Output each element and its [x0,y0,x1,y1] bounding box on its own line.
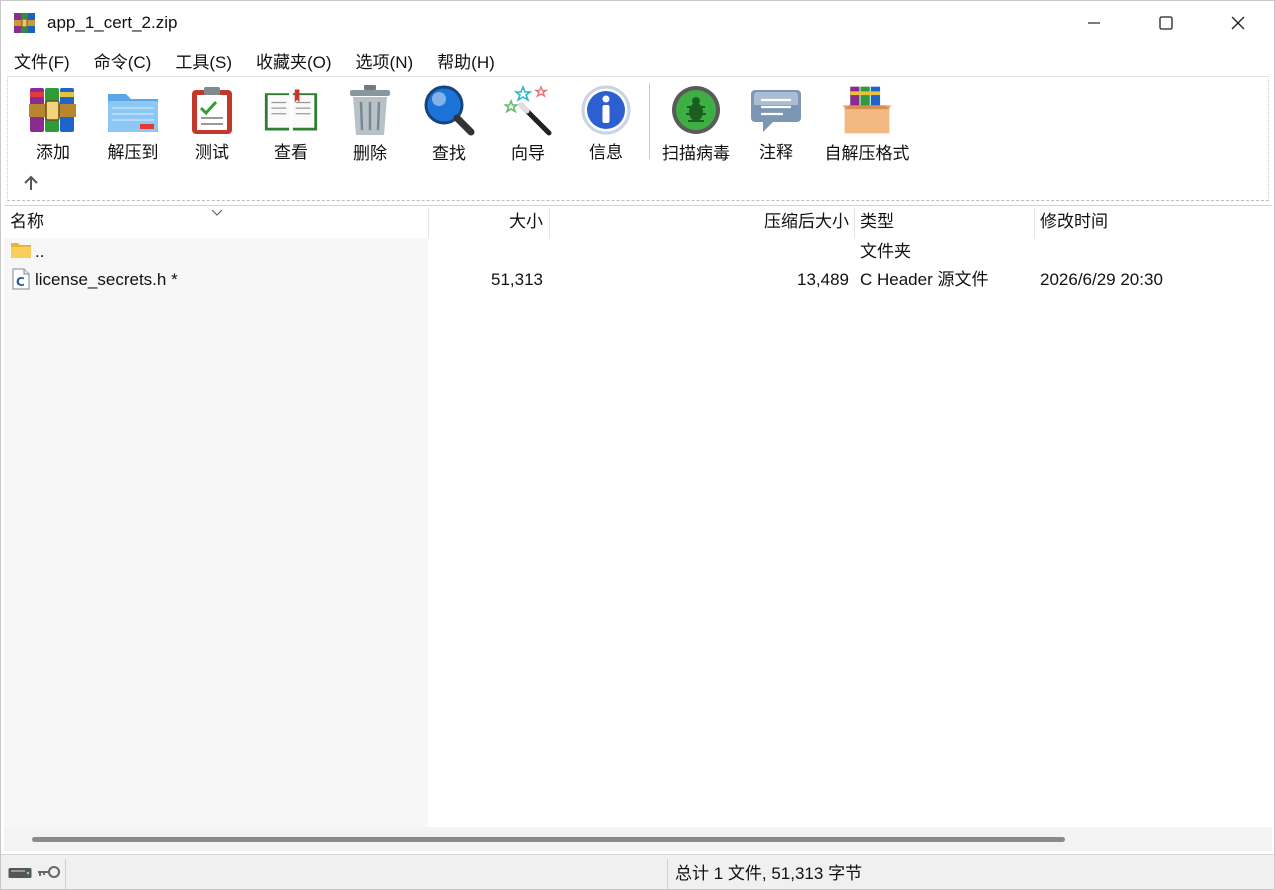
column-divider[interactable] [854,208,855,238]
delete-label: 删除 [353,144,387,163]
menu-bar: 文件(F) 命令(C) 工具(S) 收藏夹(O) 选项(N) 帮助(H) [1,45,1274,75]
wizard-label: 向导 [511,144,545,163]
file-type: C Header 源文件 [860,270,989,289]
winrar-books-icon [13,11,37,35]
title-bar[interactable]: app_1_cert_2.zip [1,1,1274,45]
file-size: 51,313 [491,270,543,289]
file-name: license_secrets.h * [35,270,178,289]
delete-button[interactable]: 删除 [342,83,398,163]
wizard-wand-icon [500,83,556,137]
status-icons [5,861,63,887]
svg-text:C: C [16,275,25,289]
column-headers: 名称 大小 压缩后大小 类型 修改时间 [4,206,1272,238]
wizard-button[interactable]: 向导 [500,83,556,163]
maximize-icon [1159,16,1173,30]
close-button[interactable] [1202,1,1274,45]
name-column-background [4,238,428,828]
comment-icon [748,83,804,136]
info-button[interactable]: 信息 [578,83,634,163]
file-modified: 2026/6/29 20:30 [1040,270,1163,289]
comment-button[interactable]: 注释 [748,83,804,163]
header-type[interactable]: 类型 [860,206,894,238]
virus-scan-button[interactable]: 扫描病毒 [658,83,734,163]
toolbar-separator [649,83,650,159]
menu-favorites[interactable]: 收藏夹(O) [243,48,343,73]
test-clipboard-icon [184,83,240,136]
list-item-parent-folder[interactable]: .. 文件夹 [4,238,1272,266]
comment-label: 注释 [759,143,793,162]
status-summary: 总计 1 文件, 51,313 字节 [675,864,863,883]
view-button[interactable]: 查看 [258,83,324,163]
info-label: 信息 [589,143,623,162]
scrollbar-thumb[interactable] [32,837,1065,842]
trash-icon [342,83,398,137]
add-label: 添加 [36,143,70,162]
extract-to-button[interactable]: 解压到 [100,83,166,163]
status-divider [667,859,668,889]
minimize-button[interactable] [1058,1,1130,45]
menu-commands[interactable]: 命令(C) [81,48,163,73]
column-divider[interactable] [1034,208,1035,238]
winrar-window: app_1_cert_2.zip 文件(F) 命令(C) 工具(S) 收藏夹(O… [0,0,1275,890]
arrow-up-icon [24,175,38,190]
add-archive-icon [25,83,81,136]
minimize-icon [1088,22,1100,24]
menu-file[interactable]: 文件(F) [1,48,81,73]
drive-icon[interactable] [8,864,32,884]
header-modified[interactable]: 修改时间 [1040,206,1108,238]
list-item-file[interactable]: C license_secrets.h * 51,313 13,489 C He… [4,266,1272,294]
file-packed-size: 13,489 [797,270,849,289]
add-button[interactable]: 添加 [24,83,82,163]
find-button[interactable]: 查找 [421,83,477,163]
status-divider [65,859,66,889]
virus-scan-label: 扫描病毒 [662,144,730,163]
header-name[interactable]: 名称 [10,206,44,238]
menu-help[interactable]: 帮助(H) [424,48,506,73]
window-title: app_1_cert_2.zip [47,13,178,32]
sfx-box-icon [839,83,895,137]
status-bar: 总计 1 文件, 51,313 字节 [1,854,1274,889]
maximize-button[interactable] [1130,1,1202,45]
extract-to-label: 解压到 [107,143,159,162]
sfx-button[interactable]: 自解压格式 [820,83,914,163]
up-one-level-button[interactable] [20,172,42,194]
file-list[interactable]: 名称 大小 压缩后大小 类型 修改时间 .. 文件夹 C license_sec… [4,205,1272,828]
c-header-file-icon: C [12,268,30,296]
header-size[interactable]: 大小 [428,206,543,238]
view-label: 查看 [274,143,308,162]
find-label: 查找 [432,144,466,163]
key-icon[interactable] [36,864,60,884]
virus-scan-icon [668,83,724,137]
menu-options[interactable]: 选项(N) [343,48,425,73]
menu-tools[interactable]: 工具(S) [162,48,243,73]
close-icon [1231,16,1245,30]
toolbar: 添加 解压到 测试 查看 删除 查找 向导 信息 扫描病毒 注释 自解压格式 [7,76,1269,201]
file-name: .. [35,242,45,261]
test-label: 测试 [195,143,229,162]
sort-descending-icon [210,204,224,216]
file-type: 文件夹 [860,242,911,261]
view-book-icon [263,83,319,136]
header-packed-size[interactable]: 压缩后大小 [549,206,849,238]
horizontal-scrollbar[interactable] [4,827,1272,851]
sfx-label: 自解压格式 [824,144,910,163]
extract-folder-icon [105,83,161,136]
magnifier-icon [421,83,477,137]
folder-icon [10,240,32,268]
info-icon [578,83,634,136]
test-button[interactable]: 测试 [184,83,240,163]
